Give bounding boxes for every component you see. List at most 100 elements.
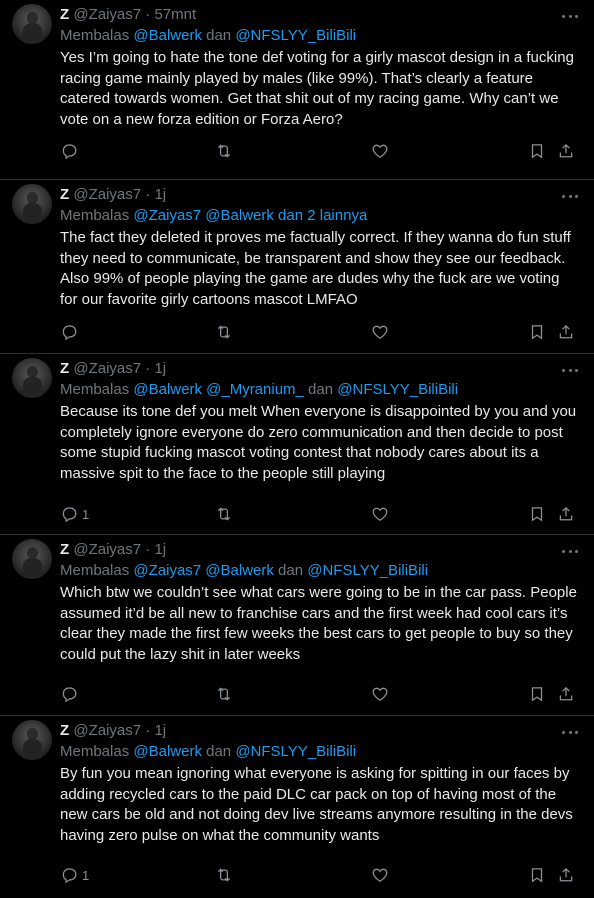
like-icon bbox=[372, 325, 388, 339]
share-icon bbox=[559, 506, 573, 521]
reply-joiner: dan bbox=[201, 27, 236, 44]
tweet-body: Z @Zaiyas7 · 1j Membalas @Balwerk dan @N… bbox=[60, 721, 580, 846]
bookmark-icon bbox=[531, 507, 543, 522]
like-button[interactable] bbox=[371, 141, 389, 161]
like-button[interactable] bbox=[371, 865, 389, 885]
avatar[interactable] bbox=[12, 4, 52, 44]
separator-dot: · bbox=[145, 360, 151, 377]
user-handle[interactable]: @Zaiyas7 bbox=[73, 6, 141, 23]
action-bar bbox=[60, 141, 578, 161]
tweet-body: Z @Zaiyas7 · 1j Membalas @Balwerk @_Myra… bbox=[60, 359, 580, 484]
display-name[interactable]: Z bbox=[60, 186, 69, 203]
retweet-button[interactable] bbox=[215, 865, 233, 885]
more-icon[interactable] bbox=[560, 544, 580, 558]
bookmark-button[interactable] bbox=[528, 684, 546, 704]
share-button[interactable] bbox=[557, 141, 575, 161]
mention-link[interactable]: @Balwerk bbox=[133, 27, 202, 44]
tweet[interactable]: Z @Zaiyas7 · 1j Membalas @Zaiyas7 @Balwe… bbox=[0, 180, 594, 354]
action-bar: 1 bbox=[60, 504, 578, 524]
share-button[interactable] bbox=[557, 322, 575, 342]
replying-to-label: Membalas bbox=[60, 562, 130, 579]
tweet-text: Because its tone def you melt When every… bbox=[60, 403, 577, 482]
reply-joiner: dan bbox=[303, 381, 338, 398]
share-button[interactable] bbox=[557, 865, 575, 885]
tweet-text: Which btw we couldn’t see what cars were… bbox=[60, 584, 577, 663]
separator-dot: · bbox=[145, 186, 151, 203]
timestamp[interactable]: 1j bbox=[154, 541, 166, 558]
tweet-text: Yes I’m going to hate the tone def votin… bbox=[60, 49, 574, 128]
timestamp[interactable]: 57mnt bbox=[154, 6, 196, 23]
mention-link[interactable]: @Balwerk bbox=[133, 743, 202, 760]
timestamp[interactable]: 1j bbox=[154, 360, 166, 377]
bookmark-icon bbox=[531, 687, 543, 702]
more-icon[interactable] bbox=[560, 189, 580, 203]
mention-link[interactable]: @NFSLYY_BiliBili bbox=[235, 27, 356, 44]
tweet[interactable]: Z @Zaiyas7 · 1j Membalas @Balwerk dan @N… bbox=[0, 716, 594, 898]
display-name[interactable]: Z bbox=[60, 360, 69, 377]
bookmark-icon bbox=[531, 868, 543, 883]
mention-link[interactable]: @_Myranium_ bbox=[206, 381, 304, 398]
avatar[interactable] bbox=[12, 720, 52, 760]
more-icon[interactable] bbox=[560, 725, 580, 739]
separator-dot: · bbox=[145, 541, 151, 558]
reply-button[interactable]: 1 bbox=[60, 504, 89, 524]
mention-link[interactable]: @NFSLYY_BiliBili bbox=[307, 562, 428, 579]
reply-button[interactable] bbox=[60, 141, 82, 161]
more-icon[interactable] bbox=[560, 9, 580, 23]
tweet[interactable]: Z @Zaiyas7 · 57mnt Membalas @Balwerk dan… bbox=[0, 0, 594, 180]
timestamp[interactable]: 1j bbox=[154, 186, 166, 203]
like-button[interactable] bbox=[371, 322, 389, 342]
bookmark-button[interactable] bbox=[528, 322, 546, 342]
mention-link[interactable]: @NFSLYY_BiliBili bbox=[337, 381, 458, 398]
reply-button[interactable] bbox=[60, 684, 82, 704]
replying-to: Membalas @Balwerk dan @NFSLYY_BiliBili bbox=[60, 741, 580, 762]
retweet-button[interactable] bbox=[215, 504, 233, 524]
user-handle[interactable]: @Zaiyas7 bbox=[73, 186, 141, 203]
mention-link[interactable]: @Balwerk bbox=[205, 562, 274, 579]
tweet-header: Z @Zaiyas7 · 1j bbox=[60, 540, 580, 560]
tweet[interactable]: Z @Zaiyas7 · 1j Membalas @Zaiyas7 @Balwe… bbox=[0, 535, 594, 716]
display-name[interactable]: Z bbox=[60, 6, 69, 23]
display-name[interactable]: Z bbox=[60, 541, 69, 558]
avatar[interactable] bbox=[12, 184, 52, 224]
retweet-button[interactable] bbox=[215, 322, 233, 342]
bookmark-button[interactable] bbox=[528, 141, 546, 161]
share-button[interactable] bbox=[557, 684, 575, 704]
like-button[interactable] bbox=[371, 684, 389, 704]
mention-link[interactable]: @Zaiyas7 bbox=[133, 562, 201, 579]
replying-to-label: Membalas bbox=[60, 381, 130, 398]
mention-link[interactable]: @Zaiyas7 bbox=[133, 207, 201, 224]
retweet-button[interactable] bbox=[215, 684, 233, 704]
like-button[interactable] bbox=[371, 504, 389, 524]
user-handle[interactable]: @Zaiyas7 bbox=[73, 541, 141, 558]
bookmark-button[interactable] bbox=[528, 865, 546, 885]
reply-button[interactable] bbox=[60, 322, 82, 342]
bookmark-button[interactable] bbox=[528, 504, 546, 524]
user-handle[interactable]: @Zaiyas7 bbox=[73, 360, 141, 377]
display-name[interactable]: Z bbox=[60, 722, 69, 739]
reply-icon bbox=[62, 325, 77, 341]
reply-icon bbox=[62, 144, 77, 160]
mention-link[interactable]: @NFSLYY_BiliBili bbox=[235, 743, 356, 760]
reply-others-link[interactable]: dan 2 lainnya bbox=[274, 207, 367, 224]
bookmark-icon bbox=[531, 144, 543, 159]
reply-button[interactable]: 1 bbox=[60, 865, 89, 885]
replying-to: Membalas @Balwerk dan @NFSLYY_BiliBili bbox=[60, 25, 580, 46]
avatar[interactable] bbox=[12, 358, 52, 398]
timestamp[interactable]: 1j bbox=[154, 722, 166, 739]
mention-link[interactable]: @Balwerk bbox=[133, 381, 202, 398]
like-icon bbox=[372, 507, 388, 521]
retweet-icon bbox=[217, 144, 231, 158]
user-handle[interactable]: @Zaiyas7 bbox=[73, 722, 141, 739]
tweet[interactable]: Z @Zaiyas7 · 1j Membalas @Balwerk @_Myra… bbox=[0, 354, 594, 535]
share-button[interactable] bbox=[557, 504, 575, 524]
avatar[interactable] bbox=[12, 539, 52, 579]
more-icon[interactable] bbox=[560, 363, 580, 377]
mention-link[interactable]: @Balwerk bbox=[205, 207, 274, 224]
tweet-header: Z @Zaiyas7 · 1j bbox=[60, 359, 580, 379]
share-icon bbox=[559, 867, 573, 882]
tweet-header: Z @Zaiyas7 · 57mnt bbox=[60, 5, 580, 25]
retweet-button[interactable] bbox=[215, 141, 233, 161]
like-icon bbox=[372, 687, 388, 701]
replying-to-label: Membalas bbox=[60, 743, 130, 760]
